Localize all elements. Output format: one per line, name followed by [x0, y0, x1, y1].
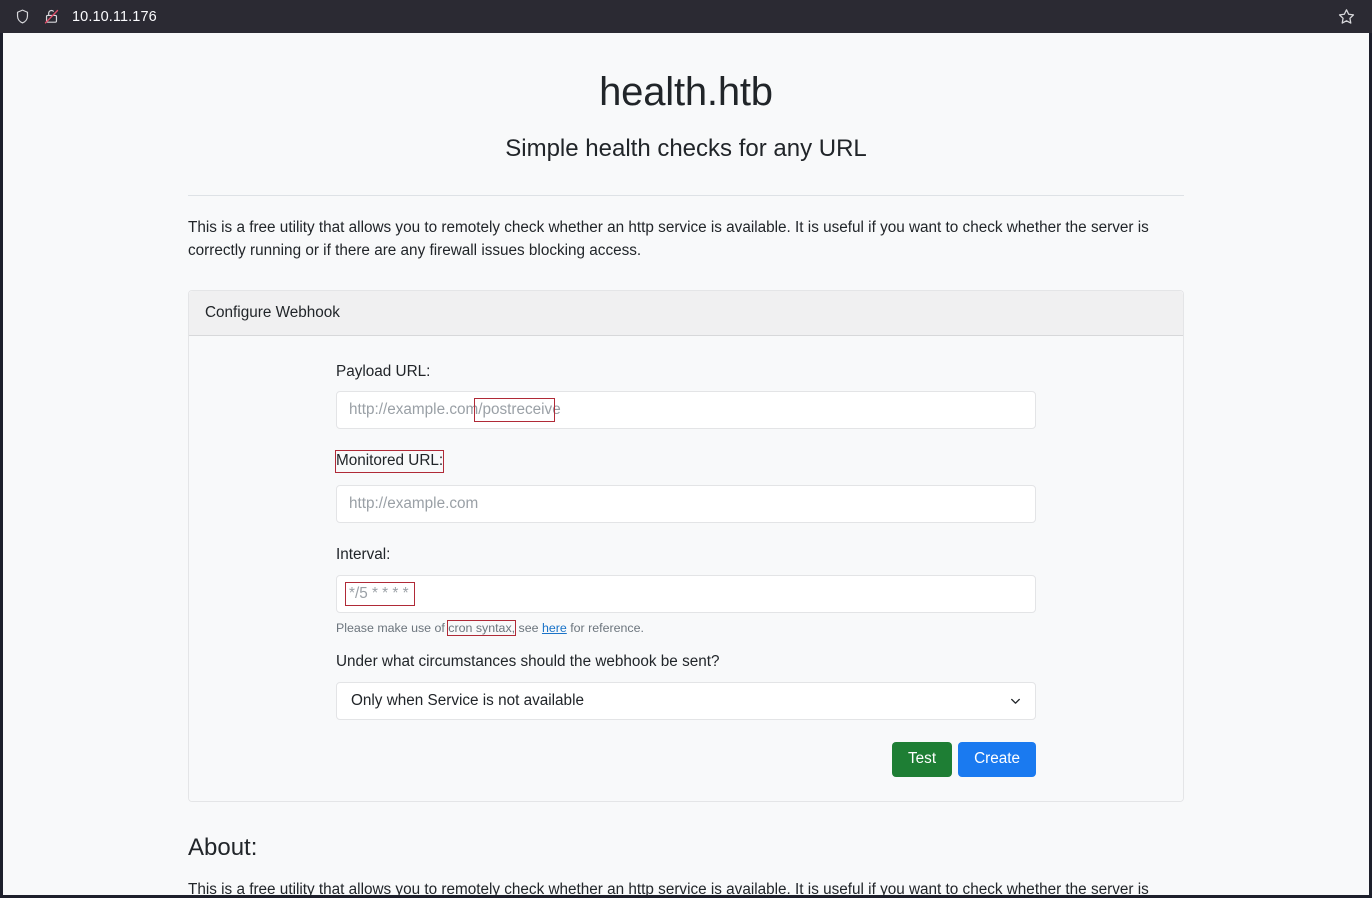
payload-url-field-wrap [336, 391, 1036, 430]
annotation-cron-syntax: cron syntax, [447, 619, 517, 636]
browser-toolbar: 10.10.11.176 [0, 0, 1372, 33]
circumstances-select[interactable]: Only when Service is not available On ev… [336, 681, 1036, 720]
page-title: health.htb [599, 70, 773, 114]
help-suffix: for reference. [566, 620, 644, 635]
interval-input[interactable] [336, 574, 1036, 613]
monitored-url-input[interactable] [336, 484, 1036, 523]
create-button[interactable]: Create [958, 741, 1036, 777]
card-body: Payload URL: Monitored URL: [189, 335, 1183, 801]
payload-url-label: Payload URL: [336, 362, 431, 380]
card-header-title: Configure Webhook [189, 290, 1183, 336]
header-divider [188, 194, 1184, 196]
payload-url-group: Payload URL: [336, 362, 1036, 430]
circumstances-group: Under what circumstances should the webh… [336, 653, 1036, 720]
page-subtitle: Simple health checks for any URL [505, 135, 867, 162]
monitored-url-label: Monitored URL: [334, 450, 445, 473]
webhook-form: Payload URL: Monitored URL: [334, 362, 1036, 777]
interval-group: Interval: Please make use of cron syntax… [336, 545, 1036, 637]
circumstances-select-wrap: Only when Service is not available On ev… [336, 681, 1036, 720]
interval-help-text: Please make use of cron syntax, see here… [336, 619, 1036, 637]
payload-url-input[interactable] [336, 391, 1036, 430]
monitored-url-group: Monitored URL: [334, 450, 1036, 523]
circumstances-question: Under what circumstances should the webh… [336, 652, 720, 670]
cron-reference-link[interactable]: here [542, 621, 567, 635]
page-viewport: health.htb Simple health checks for any … [0, 33, 1372, 898]
about-text: This is a free utility that allows you t… [188, 880, 1149, 898]
page-container: health.htb Simple health checks for any … [188, 33, 1184, 898]
interval-field-wrap [336, 574, 1036, 613]
intro-paragraph: This is a free utility that allows you t… [188, 218, 1149, 260]
help-mid: see [515, 620, 542, 635]
broken-lock-icon[interactable] [41, 7, 61, 27]
help-prefix: Please make use of [336, 620, 449, 635]
url-text[interactable]: 10.10.11.176 [72, 9, 157, 25]
configure-webhook-card: Configure Webhook Payload URL: Moni [188, 289, 1184, 802]
interval-label: Interval: [336, 545, 391, 563]
about-heading: About: [188, 833, 258, 861]
form-button-row: Test Create [336, 741, 1036, 777]
test-button[interactable]: Test [892, 741, 953, 777]
shield-icon[interactable] [12, 7, 32, 27]
address-bar-icons [12, 7, 61, 27]
star-icon[interactable] [1334, 5, 1358, 29]
